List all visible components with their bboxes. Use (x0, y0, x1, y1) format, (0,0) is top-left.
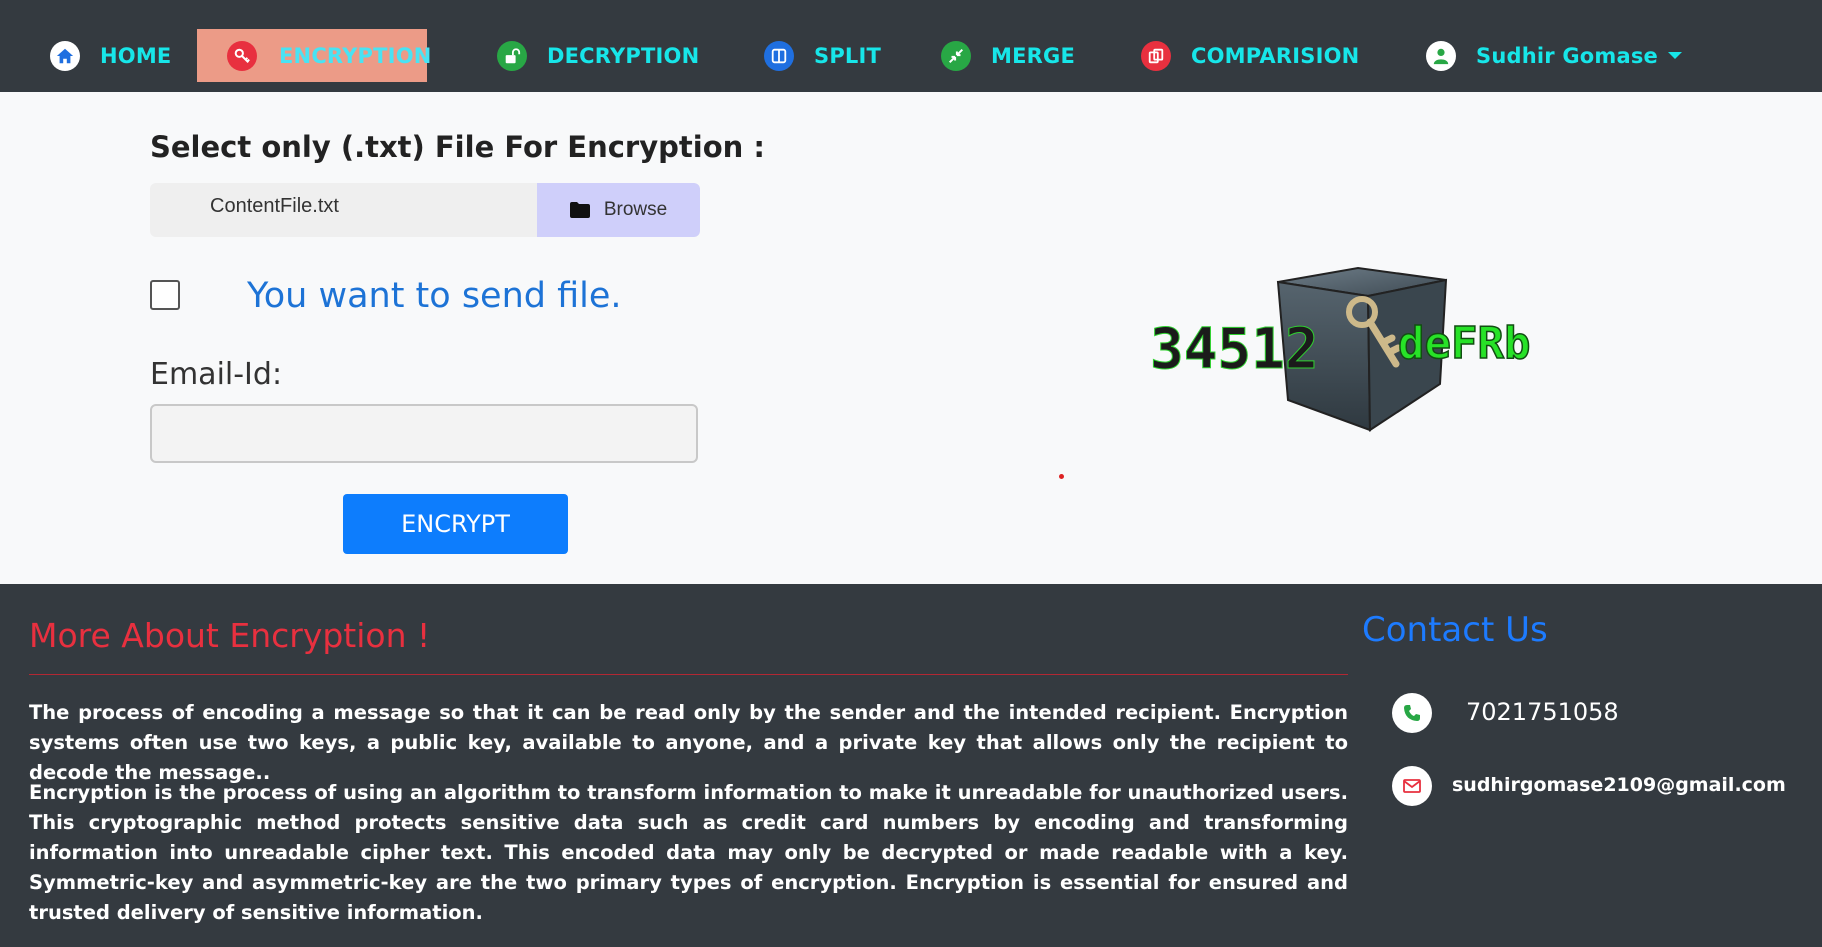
chevron-down-icon (1667, 52, 1682, 59)
nav-split[interactable]: SPLIT (764, 29, 897, 82)
compress-icon (941, 40, 971, 71)
navbar: HOME ENCRYPTION DECRYPTION SPLIT MERGE C… (0, 0, 1822, 92)
nav-home[interactable]: HOME (50, 29, 187, 82)
encrypt-button[interactable]: ENCRYPT (343, 494, 568, 554)
key-icon (227, 40, 257, 71)
nav-decryption[interactable]: DECRYPTION (497, 29, 715, 82)
nav-comparision-label: COMPARISION (1191, 43, 1360, 68)
folder-icon (569, 202, 590, 218)
contact-email[interactable]: sudhirgomase2109@gmail.com (1452, 774, 1786, 796)
envelope-icon (1392, 766, 1432, 806)
nav-decryption-label: DECRYPTION (547, 43, 700, 68)
nav-merge-label: MERGE (991, 43, 1075, 68)
footer: More About Encryption ! The process of e… (0, 584, 1822, 947)
nav-split-label: SPLIT (814, 43, 882, 68)
file-label: Select only (.txt) File For Encryption : (150, 130, 765, 164)
columns-icon (764, 40, 794, 71)
email-field[interactable] (150, 404, 698, 463)
about-paragraph-2: Encryption is the process of using an al… (29, 781, 1348, 924)
unlock-icon (497, 40, 527, 71)
about-divider (29, 674, 1348, 675)
about-paragraph-1: The process of encoding a message so tha… (29, 701, 1348, 784)
nav-merge[interactable]: MERGE (941, 29, 1091, 82)
browse-button[interactable]: Browse (537, 183, 700, 237)
phone-icon (1392, 693, 1432, 733)
user-menu[interactable]: Sudhir Gomase (1426, 29, 1698, 82)
send-file-checkbox[interactable] (150, 280, 180, 310)
nav-encryption[interactable]: ENCRYPTION (197, 29, 431, 82)
contact-title: Contact Us (1362, 610, 1548, 650)
email-label: Email-Id: (150, 357, 283, 392)
user-icon (1426, 40, 1456, 71)
file-picker[interactable]: ContentFile.txt Browse (150, 183, 700, 237)
encryption-illustration: 34512 deFRb (1150, 266, 1531, 432)
browse-label: Browse (603, 199, 668, 220)
nav-home-label: HOME (100, 43, 172, 68)
cipher-text-left: 34512 (1150, 317, 1319, 382)
user-name: Sudhir Gomase (1476, 43, 1658, 68)
copy-icon (1141, 40, 1171, 71)
red-dot (1059, 474, 1064, 479)
encryption-form: Select only (.txt) File For Encryption :… (0, 92, 1822, 584)
about-title: More About Encryption ! (29, 616, 431, 655)
cipher-text-right: deFRb (1398, 318, 1530, 369)
contact-phone[interactable]: 7021751058 (1466, 698, 1619, 726)
send-file-label: You want to send file. (247, 276, 622, 316)
nav-comparision[interactable]: COMPARISION (1141, 29, 1375, 82)
nav-encryption-label: ENCRYPTION (279, 43, 432, 68)
file-name: ContentFile.txt (210, 195, 339, 217)
home-icon (50, 40, 80, 71)
